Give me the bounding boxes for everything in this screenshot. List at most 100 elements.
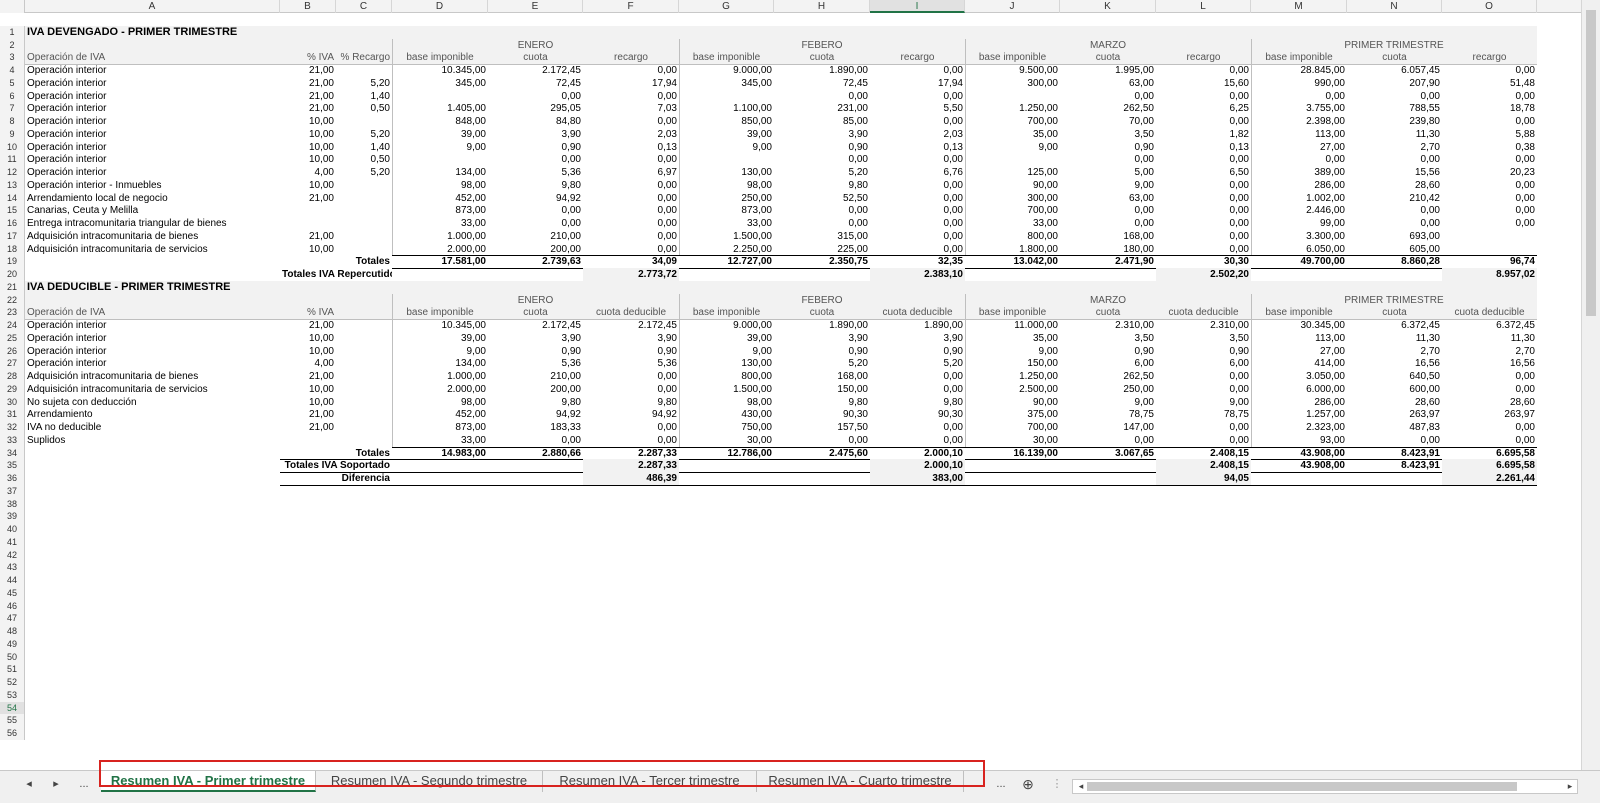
tab-more-right-button[interactable]: ... bbox=[990, 775, 1012, 793]
row-header[interactable]: 12 bbox=[0, 166, 25, 179]
row-header[interactable]: 25 bbox=[0, 331, 25, 345]
table-cell: 0,00 bbox=[1325, 90, 1345, 102]
row-header[interactable]: 13 bbox=[0, 178, 25, 192]
row-header[interactable]: 8 bbox=[0, 115, 25, 128]
row-header[interactable]: 21 bbox=[0, 280, 25, 294]
row-header[interactable]: 10 bbox=[0, 140, 25, 154]
row-header[interactable]: 33 bbox=[0, 433, 25, 447]
row-header[interactable]: 38 bbox=[0, 497, 25, 511]
table-cell: 600,00 bbox=[1409, 383, 1440, 395]
column-label: % IVA bbox=[306, 307, 334, 319]
splitter-handle-icon[interactable]: ⋮ bbox=[1046, 775, 1068, 793]
column-header-j[interactable]: J bbox=[965, 0, 1060, 13]
row-header[interactable]: 27 bbox=[0, 357, 25, 371]
column-header-h[interactable]: H bbox=[774, 0, 870, 13]
row-header[interactable]: 31 bbox=[0, 408, 25, 422]
row-header[interactable]: 41 bbox=[0, 535, 25, 549]
row-header[interactable]: 35 bbox=[0, 459, 25, 473]
row-header[interactable]: 9 bbox=[0, 127, 25, 141]
row-header[interactable]: 43 bbox=[0, 561, 25, 575]
row-header[interactable]: 4 bbox=[0, 64, 25, 77]
table-cell: Operación interior bbox=[27, 358, 107, 370]
table-cell: 0,00 bbox=[1515, 65, 1535, 76]
row-header[interactable]: 23 bbox=[0, 306, 25, 320]
column-header-g[interactable]: G bbox=[679, 0, 774, 13]
row-header[interactable]: 45 bbox=[0, 586, 25, 600]
tab-scroll-left-icon[interactable]: ◂ bbox=[18, 775, 40, 793]
column-header-i[interactable]: I bbox=[870, 0, 965, 13]
add-sheet-icon[interactable]: ⊕ bbox=[1017, 775, 1039, 793]
row-header[interactable]: 15 bbox=[0, 204, 25, 218]
row-header[interactable]: 14 bbox=[0, 191, 25, 205]
column-header-o[interactable]: O bbox=[1442, 0, 1537, 13]
row-header[interactable]: 56 bbox=[0, 727, 25, 740]
row-header[interactable]: 17 bbox=[0, 229, 25, 243]
table-cell: 52,50 bbox=[842, 192, 868, 204]
row-header[interactable]: 6 bbox=[0, 89, 25, 103]
row-header[interactable]: 48 bbox=[0, 625, 25, 638]
table-cell: 1,40 bbox=[370, 141, 390, 153]
table-cell: Operación interior bbox=[27, 320, 107, 331]
row-header[interactable]: 36 bbox=[0, 472, 25, 485]
row-header[interactable]: 50 bbox=[0, 650, 25, 664]
row-header[interactable]: 19 bbox=[0, 255, 25, 269]
row-header[interactable]: 22 bbox=[0, 293, 25, 307]
column-header-c[interactable]: C bbox=[336, 0, 392, 13]
row-header[interactable]: 47 bbox=[0, 612, 25, 626]
total-value: 43.908,00 bbox=[1300, 447, 1346, 459]
row-header[interactable]: 37 bbox=[0, 484, 25, 498]
table-cell: 750,00 bbox=[741, 422, 772, 433]
column-header-f[interactable]: F bbox=[583, 0, 679, 13]
row-header[interactable]: 32 bbox=[0, 421, 25, 434]
row-header[interactable]: 5 bbox=[0, 76, 25, 90]
row-header[interactable]: 16 bbox=[0, 217, 25, 230]
row-header[interactable]: 28 bbox=[0, 370, 25, 383]
row-header[interactable]: 1 bbox=[0, 25, 25, 39]
column-header-k[interactable]: K bbox=[1060, 0, 1156, 13]
column-header-m[interactable]: M bbox=[1251, 0, 1347, 13]
row-header[interactable]: 39 bbox=[0, 510, 25, 524]
row-header[interactable]: 52 bbox=[0, 676, 25, 689]
row-header[interactable]: 49 bbox=[0, 637, 25, 651]
row-header[interactable]: 20 bbox=[0, 268, 25, 281]
row-header[interactable]: 24 bbox=[0, 319, 25, 332]
row-header[interactable]: 46 bbox=[0, 599, 25, 613]
vertical-scrollbar[interactable] bbox=[1581, 0, 1600, 770]
row-header[interactable]: 42 bbox=[0, 548, 25, 562]
row-header[interactable]: 51 bbox=[0, 663, 25, 677]
row-header[interactable]: 54 bbox=[0, 701, 25, 715]
row-header[interactable]: 2 bbox=[0, 38, 25, 52]
tab-scroll-right-icon[interactable]: ▸ bbox=[45, 775, 67, 793]
scroll-right-icon[interactable]: ▸ bbox=[1559, 777, 1581, 795]
sheet-grid[interactable]: IVA DEVENGADO - PRIMER TRIMESTRE ENERO FEB… bbox=[25, 13, 1581, 770]
month-header: ENERO bbox=[517, 294, 554, 306]
row-header[interactable]: 18 bbox=[0, 242, 25, 256]
column-header-d[interactable]: D bbox=[392, 0, 488, 13]
column-header-n[interactable]: N bbox=[1347, 0, 1442, 13]
table-cell: 78,75 bbox=[1223, 409, 1249, 421]
row-header[interactable]: 26 bbox=[0, 344, 25, 358]
row-header[interactable]: 34 bbox=[0, 446, 25, 460]
select-all-corner[interactable] bbox=[0, 0, 25, 13]
total-value: 8.423,91 bbox=[1401, 447, 1440, 459]
tab-more-left-button[interactable]: ... bbox=[73, 775, 95, 793]
row-header[interactable]: 40 bbox=[0, 523, 25, 536]
row-header[interactable]: 30 bbox=[0, 395, 25, 409]
row-header[interactable]: 55 bbox=[0, 714, 25, 728]
row-header[interactable]: 29 bbox=[0, 382, 25, 396]
row-header[interactable]: 53 bbox=[0, 688, 25, 702]
row-header[interactable]: 11 bbox=[0, 153, 25, 167]
column-header-b[interactable]: B bbox=[280, 0, 336, 13]
column-header-l[interactable]: L bbox=[1156, 0, 1251, 13]
table-cell: 0,00 bbox=[1420, 218, 1440, 229]
table-cell: 5,00 bbox=[1134, 167, 1154, 178]
row-header[interactable]: 44 bbox=[0, 574, 25, 587]
row-header[interactable]: 3 bbox=[0, 51, 25, 65]
column-header-a[interactable]: A bbox=[25, 0, 280, 13]
column-label: recargo bbox=[1472, 52, 1507, 64]
row-header[interactable]: 7 bbox=[0, 102, 25, 116]
horizontal-scroll-thumb[interactable] bbox=[1087, 782, 1517, 791]
vertical-scroll-thumb[interactable] bbox=[1586, 10, 1596, 316]
column-header-e[interactable]: E bbox=[488, 0, 583, 13]
horizontal-scrollbar[interactable]: ◂ ▸ bbox=[1072, 779, 1578, 794]
